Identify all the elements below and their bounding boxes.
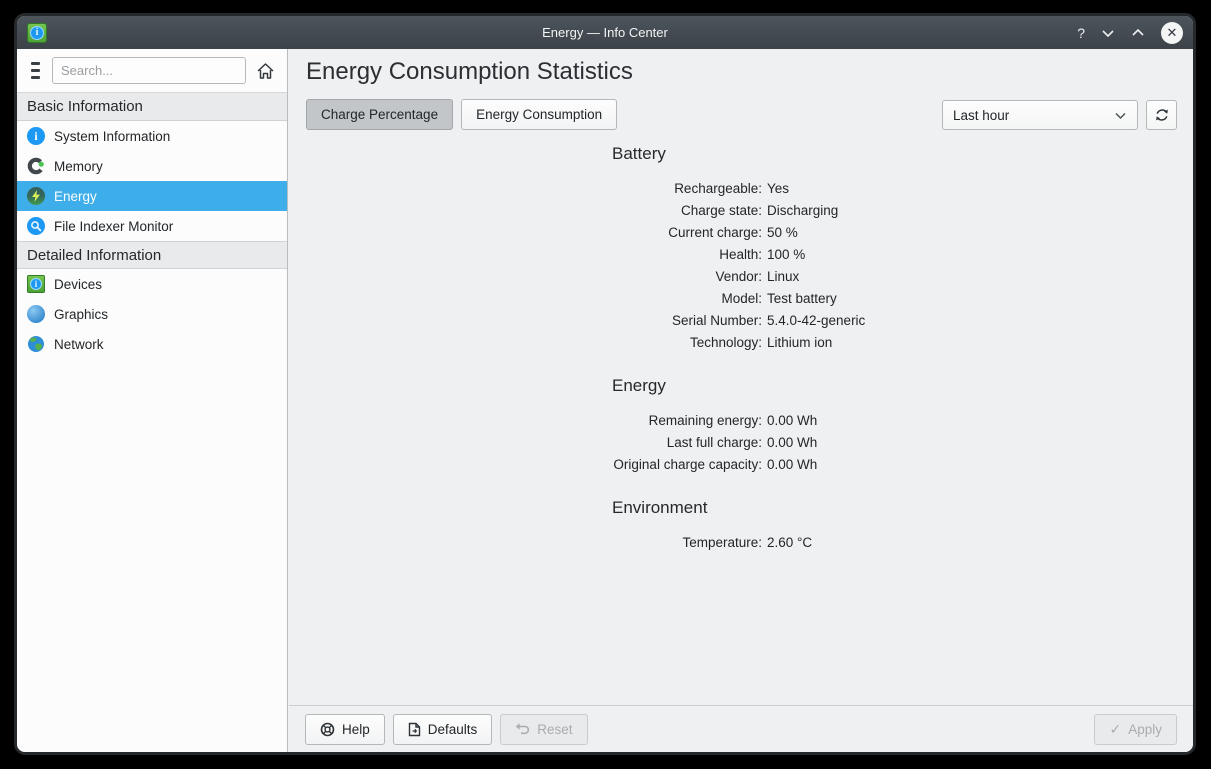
sidebar-item-label: Memory: [54, 159, 103, 174]
devices-icon: i: [27, 275, 45, 293]
minimize-button[interactable]: [1101, 28, 1115, 38]
apply-button[interactable]: ✓ Apply: [1094, 714, 1177, 745]
form-row: Model:Test battery: [289, 288, 1193, 310]
page-title: Energy Consumption Statistics: [306, 58, 633, 86]
refresh-button[interactable]: [1146, 100, 1177, 130]
graphics-icon: [27, 305, 45, 323]
network-icon: [27, 335, 45, 353]
home-icon[interactable]: [256, 62, 275, 80]
sidebar-item-label: File Indexer Monitor: [54, 219, 173, 234]
sidebar-section-basic-information: Basic Information: [17, 93, 287, 121]
form-row: Current charge:50 %: [289, 222, 1193, 244]
reset-button[interactable]: Reset: [500, 714, 587, 745]
system-information-icon: i: [27, 127, 45, 145]
help-button[interactable]: Help: [305, 714, 385, 745]
form-row: Last full charge:0.00 Wh: [289, 432, 1193, 454]
search-input[interactable]: [52, 57, 246, 84]
form-row: Serial Number:5.4.0-42-generic: [289, 310, 1193, 332]
sidebar-item-label: Graphics: [54, 307, 108, 322]
form-row: Rechargeable:Yes: [289, 178, 1193, 200]
energy-consumption-button[interactable]: Energy Consumption: [461, 99, 617, 130]
refresh-icon: [1154, 107, 1170, 123]
defaults-button[interactable]: Defaults: [393, 714, 493, 745]
group-title-battery: Battery: [612, 144, 1193, 164]
memory-icon: [27, 157, 45, 175]
sidebar-item-energy[interactable]: Energy: [17, 181, 287, 211]
form-row: Original charge capacity:0.00 Wh: [289, 454, 1193, 476]
sidebar-section-detailed-information: Detailed Information: [17, 241, 287, 269]
info-center-logo-icon: i: [30, 26, 44, 40]
help-icon: [320, 722, 335, 737]
maximize-button[interactable]: [1131, 28, 1145, 38]
time-period-dropdown[interactable]: Last hour: [942, 100, 1138, 130]
group-title-energy: Energy: [612, 376, 1193, 396]
form-row: Remaining energy:0.00 Wh: [289, 410, 1193, 432]
info-center-window: i Energy — Info Center ? ✕ Basic Informa…: [14, 13, 1196, 755]
sidebar-item-file-indexer-monitor[interactable]: File Indexer Monitor: [17, 211, 287, 241]
chevron-down-icon: [1114, 108, 1127, 123]
close-button[interactable]: ✕: [1161, 22, 1183, 44]
time-period-value: Last hour: [953, 108, 1009, 123]
sidebar-item-label: Network: [54, 337, 104, 352]
energy-form: Battery Rechargeable:Yes Charge state:Di…: [289, 144, 1193, 702]
window-title: Energy — Info Center: [17, 25, 1193, 40]
view-mode-buttons: Charge Percentage Energy Consumption: [306, 99, 617, 130]
form-row: Vendor:Linux: [289, 266, 1193, 288]
form-row: Charge state:Discharging: [289, 200, 1193, 222]
form-row: Health:100 %: [289, 244, 1193, 266]
energy-icon: [27, 187, 45, 205]
reset-icon: [515, 722, 530, 736]
form-row: Technology:Lithium ion: [289, 332, 1193, 354]
menu-icon[interactable]: [29, 60, 42, 81]
charge-percentage-button[interactable]: Charge Percentage: [306, 99, 453, 130]
sidebar-item-graphics[interactable]: Graphics: [17, 299, 287, 329]
sidebar-item-devices[interactable]: i Devices: [17, 269, 287, 299]
footer-toolbar: Help Defaults Reset ✓ Apply: [289, 705, 1193, 752]
sidebar-item-label: Energy: [54, 189, 97, 204]
titlebar: i Energy — Info Center ? ✕: [17, 16, 1193, 49]
check-icon: ✓: [1109, 722, 1121, 736]
sidebar-item-system-information[interactable]: i System Information: [17, 121, 287, 151]
sidebar-item-label: Devices: [54, 277, 102, 292]
form-row: Temperature:2.60 °C: [289, 532, 1193, 554]
sidebar-item-network[interactable]: Network: [17, 329, 287, 359]
file-indexer-icon: [27, 217, 45, 235]
defaults-icon: [408, 722, 421, 737]
sidebar-item-label: System Information: [54, 129, 170, 144]
main-content: Energy Consumption Statistics Charge Per…: [289, 49, 1193, 752]
group-title-environment: Environment: [612, 498, 1193, 518]
sidebar: Basic Information i System Information M…: [17, 49, 288, 752]
titlebar-help-button[interactable]: ?: [1077, 25, 1085, 41]
app-icon: i: [27, 23, 47, 43]
sidebar-item-memory[interactable]: Memory: [17, 151, 287, 181]
